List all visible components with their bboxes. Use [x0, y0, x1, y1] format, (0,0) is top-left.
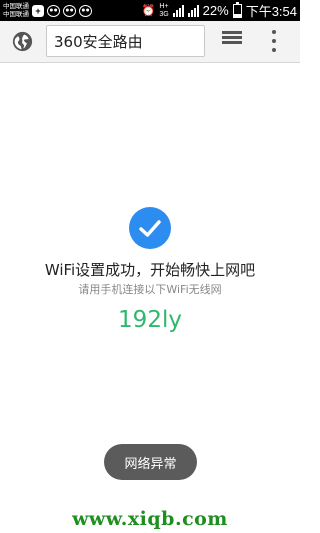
url-bar[interactable]: 360安全路由 [46, 25, 205, 57]
battery-percent: 22% [202, 3, 229, 18]
battery-fill [233, 13, 241, 17]
status-right: ⏰ H+ 3G 22% 下午3:54 [142, 1, 297, 20]
browser-toolbar: 360安全路由 [0, 21, 300, 63]
chat-notification-icon: ●● [79, 4, 92, 17]
carrier-labels: 中国联通 中国联通 [3, 3, 29, 18]
network-indicator: H+ 3G [159, 3, 168, 19]
signal-icon [172, 4, 184, 17]
notification-icons: + ●● ●● ●● [32, 4, 92, 17]
wechat-notification-icon-2: ●● [63, 4, 76, 17]
tabs-icon[interactable] [222, 31, 242, 51]
toast-text: 网络异常 [124, 456, 177, 472]
network-error-toast: 网络异常 [104, 444, 197, 480]
overflow-menu-icon[interactable] [271, 30, 277, 52]
clock: 下午3:54 [245, 4, 297, 19]
signal-icon-2 [187, 4, 199, 17]
wechat-notification-icon: ●● [47, 4, 60, 17]
connect-instruction: 请用手机连接以下WiFi无线网 [78, 283, 222, 296]
success-check-icon [129, 207, 171, 249]
globe-icon[interactable] [12, 31, 33, 52]
network-type-label: 3G [159, 10, 169, 18]
success-title: WiFi设置成功，开始畅快上网吧 [44, 261, 256, 279]
carrier-2-label: 中国联通 [3, 10, 29, 18]
plus-notification-icon: + [32, 4, 44, 17]
alarm-icon: ⏰ [141, 5, 156, 17]
carrier-1-label: 中国联通 [3, 3, 29, 10]
url-text: 360安全路由 [54, 32, 143, 51]
battery-icon [232, 1, 242, 18]
wifi-ssid: 192ly [118, 307, 182, 333]
watermark: www.xiqb.com [72, 508, 228, 530]
network-h-label: H+ [159, 2, 169, 10]
status-bar: 中国联通 中国联通 + ●● ●● ●● ⏰ H+ 3G 22% 下午3:54 [0, 0, 300, 21]
